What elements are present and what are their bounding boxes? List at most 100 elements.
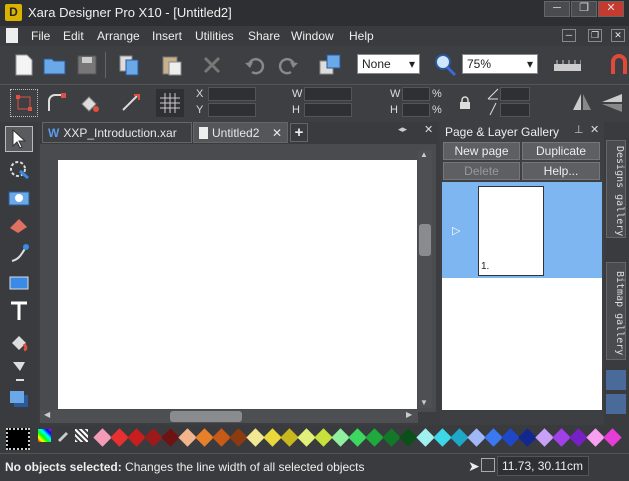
photo-tool-icon[interactable] <box>5 184 33 210</box>
copy-icon[interactable] <box>115 51 143 79</box>
percent-label: % <box>432 88 442 100</box>
shear-icon <box>487 102 499 116</box>
shear-field[interactable] <box>500 103 530 117</box>
horizontal-scroll-thumb[interactable] <box>170 411 242 422</box>
inner-close-button[interactable]: ✕ <box>611 29 625 42</box>
close-gallery-icon[interactable]: ✕ <box>590 123 599 136</box>
menu-share[interactable]: Share <box>248 29 280 43</box>
window-title: Xara Designer Pro X10 - [Untitled2] <box>28 5 232 20</box>
vertical-scroll-thumb[interactable] <box>419 224 431 256</box>
undo-icon[interactable] <box>241 51 269 79</box>
toolbar-separator <box>105 52 106 78</box>
open-folder-icon[interactable] <box>41 51 69 79</box>
inner-minimize-button[interactable]: ─ <box>562 29 576 42</box>
selection-bounds-icon[interactable] <box>10 89 38 117</box>
text-tool-icon[interactable] <box>5 298 33 324</box>
height-field[interactable] <box>304 103 352 117</box>
close-document-icon[interactable]: ✕ <box>424 123 433 136</box>
x-field[interactable] <box>208 87 256 101</box>
paste-icon[interactable] <box>158 51 186 79</box>
angle-field[interactable] <box>500 87 530 101</box>
zoom-icon[interactable] <box>431 51 459 79</box>
transparency-tool-icon[interactable] <box>5 358 33 384</box>
zoom-value: 75% <box>467 57 492 71</box>
grid-icon[interactable] <box>156 89 184 117</box>
document-page[interactable] <box>58 160 417 409</box>
scroll-right-icon[interactable]: ▶ <box>406 410 412 419</box>
x-label: X <box>196 88 204 100</box>
quality-select[interactable]: None ▾ <box>357 54 420 74</box>
rectangle-tool-icon[interactable] <box>5 270 33 296</box>
tab-xxp-introduction[interactable]: W XXP_Introduction.xar <box>42 122 192 143</box>
fill-tool-icon[interactable] <box>5 328 33 354</box>
gallery-tool-icon[interactable] <box>606 370 626 390</box>
tab-untitled2[interactable]: Untitled2 ✕ <box>193 122 288 143</box>
transform-icon[interactable] <box>316 51 344 79</box>
scroll-up-icon[interactable]: ▲ <box>420 150 428 159</box>
new-page-button[interactable]: New page <box>443 142 520 160</box>
minimize-button[interactable]: ─ <box>544 1 570 17</box>
fill-bucket-icon[interactable] <box>75 89 103 117</box>
width-scale-field[interactable] <box>402 87 430 101</box>
pen-tool-icon[interactable] <box>5 241 33 267</box>
menu-file[interactable]: File <box>31 29 50 43</box>
new-document-icon[interactable] <box>10 51 38 79</box>
coordinates-readout: 11.73, 30.11cm <box>497 456 589 476</box>
flip-horizontal-icon[interactable] <box>568 89 596 117</box>
inner-restore-button[interactable]: ❐ <box>588 29 602 42</box>
menu-help[interactable]: Help <box>349 29 374 43</box>
pointer-icon: ➤ <box>468 458 480 474</box>
contour-tool-icon[interactable] <box>5 156 33 182</box>
menu-utilities[interactable]: Utilities <box>195 29 234 43</box>
designs-gallery-tab[interactable]: Designs gallery <box>606 140 626 238</box>
document-icon[interactable] <box>6 28 18 43</box>
width-field[interactable] <box>304 87 352 101</box>
gallery-tool-icon[interactable] <box>606 394 626 414</box>
quality-value: None <box>362 57 391 71</box>
document-icon <box>199 126 208 139</box>
help-button[interactable]: Help... <box>522 162 600 180</box>
color-picker-icon[interactable] <box>56 428 70 442</box>
duplicate-button[interactable]: Duplicate <box>522 142 600 160</box>
snap-magnet-icon[interactable] <box>605 51 629 79</box>
rotate-handles-icon[interactable] <box>43 89 71 117</box>
zoom-select[interactable]: 75% ▾ <box>462 54 538 74</box>
eraser-tool-icon[interactable] <box>5 212 33 238</box>
chevron-down-icon: ▾ <box>526 57 533 71</box>
delete-button[interactable]: Delete <box>443 162 520 180</box>
close-window-button[interactable]: ✕ <box>598 1 624 17</box>
color-editor-icon[interactable] <box>38 429 51 442</box>
save-icon[interactable] <box>73 51 101 79</box>
y-field[interactable] <box>208 103 256 117</box>
ruler-icon[interactable] <box>553 51 581 79</box>
scale-line-icon[interactable] <box>117 89 145 117</box>
flip-vertical-icon[interactable] <box>597 89 625 117</box>
expand-arrow-icon[interactable]: ▷ <box>452 224 460 237</box>
delete-icon[interactable] <box>198 51 226 79</box>
bitmap-gallery-tab[interactable]: Bitmap gallery <box>606 262 626 360</box>
maximize-button[interactable]: ❐ <box>571 1 597 17</box>
w-scale-label: W <box>390 88 401 100</box>
add-tab-button[interactable]: + <box>290 123 308 142</box>
redo-icon[interactable] <box>274 51 302 79</box>
h-scale-label: H <box>390 104 398 116</box>
tab-scroll-left-icon[interactable]: ◂▸ <box>398 124 407 135</box>
menu-edit[interactable]: Edit <box>63 29 84 43</box>
menu-window[interactable]: Window <box>291 29 334 43</box>
menu-insert[interactable]: Insert <box>152 29 182 43</box>
close-icon[interactable]: ✕ <box>272 126 282 140</box>
scroll-down-icon[interactable]: ▼ <box>420 398 428 407</box>
height-scale-field[interactable] <box>402 103 430 117</box>
scroll-left-icon[interactable]: ◀ <box>44 410 50 419</box>
tab-label: Untitled2 <box>212 125 260 140</box>
snap-icon[interactable] <box>481 458 495 472</box>
no-color-swatch[interactable] <box>75 429 88 442</box>
lock-aspect-icon[interactable] <box>458 96 472 110</box>
current-color-swatch[interactable] <box>6 428 30 450</box>
shadow-tool-icon[interactable] <box>5 386 33 412</box>
vertical-scrollbar[interactable] <box>418 150 432 408</box>
menu-arrange[interactable]: Arrange <box>97 29 140 43</box>
selector-tool-icon[interactable] <box>5 126 33 152</box>
pin-icon[interactable]: ⊥ <box>574 123 584 136</box>
y-label: Y <box>196 104 204 116</box>
